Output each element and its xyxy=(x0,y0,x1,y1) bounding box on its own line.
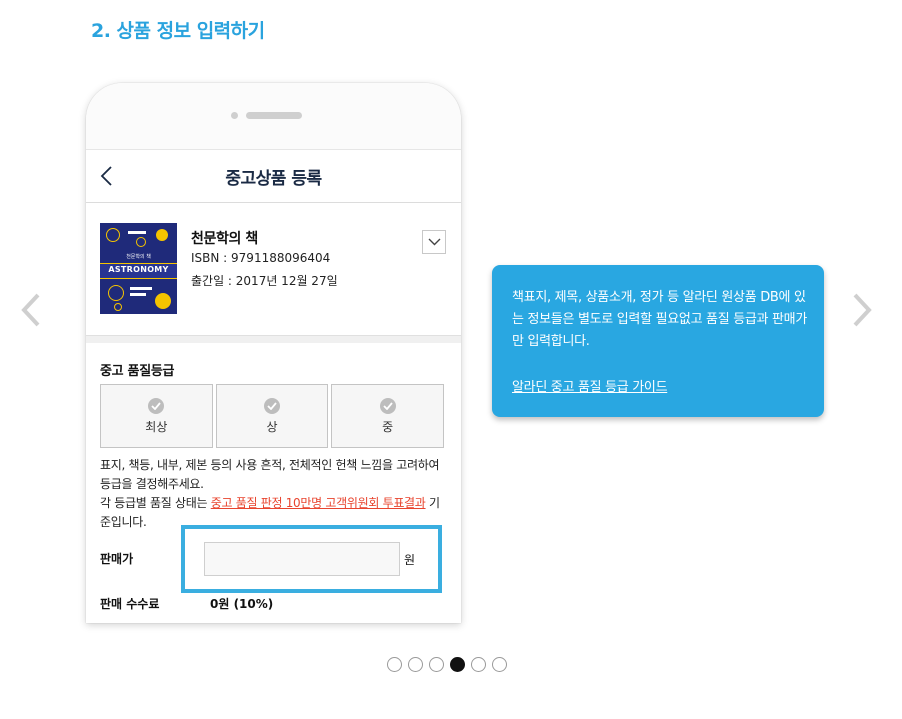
quality-guide-link[interactable]: 알라딘 중고 품질 등급 가이드 xyxy=(512,376,668,395)
section-divider xyxy=(86,335,461,343)
grade-option-label: 상 xyxy=(266,420,278,434)
cover-band-text: ASTRONOMY xyxy=(108,265,169,274)
book-isbn: ISBN : 9791188096404 xyxy=(191,251,331,265)
grade-desc-prefix: 각 등급별 품질 상태는 xyxy=(100,496,211,510)
carousel-dot-2[interactable] xyxy=(408,657,423,672)
grade-desc-line1: 표지, 책등, 내부, 제본 등의 사용 흔적, 전체적인 헌책 느낌을 고려하… xyxy=(100,458,440,491)
grade-option-label: 중 xyxy=(382,420,394,434)
check-circle-icon xyxy=(148,398,165,414)
grade-option-best[interactable]: 최상 xyxy=(100,384,213,448)
carousel-dot-5[interactable] xyxy=(471,657,486,672)
chevron-right-icon xyxy=(853,293,872,327)
grade-option-good[interactable]: 상 xyxy=(215,384,329,448)
fee-label: 판매 수수료 xyxy=(100,597,160,611)
carousel-dot-6[interactable] xyxy=(492,657,507,672)
tooltip-text: 책표지, 제목, 상품소개, 정가 등 알라딘 원상품 DB에 있는 정보들은 … xyxy=(512,290,808,349)
fee-value: 0원 (10%) xyxy=(210,597,274,611)
info-tooltip: 책표지, 제목, 상품소개, 정가 등 알라딘 원상품 DB에 있는 정보들은 … xyxy=(492,265,824,417)
expand-button[interactable] xyxy=(422,230,446,254)
check-circle-icon xyxy=(379,398,396,414)
chevron-down-icon xyxy=(428,238,441,246)
price-unit: 원 xyxy=(404,553,416,567)
carousel-prev-button[interactable] xyxy=(18,292,44,328)
chevron-left-icon xyxy=(21,293,40,327)
grade-label: 중고 품질등급 xyxy=(100,364,175,379)
phone-screen: 중고상품 등록 천문학의 책 ASTRONOMY 천문학의 책 ISBN : 9… xyxy=(86,149,461,623)
grade-description: 표지, 책등, 내부, 제본 등의 사용 흔적, 전체적인 헌책 느낌을 고려하… xyxy=(100,456,446,532)
carousel-pagination xyxy=(387,657,507,672)
grade-vote-link[interactable]: 중고 품질 판정 10만명 고객위원회 투표결과 xyxy=(211,496,426,510)
phone-speaker xyxy=(246,112,302,119)
app-title: 중고상품 등록 xyxy=(225,169,322,189)
carousel-dot-4[interactable] xyxy=(450,657,465,672)
carousel-next-button[interactable] xyxy=(849,292,875,328)
book-cover-image: 천문학의 책 ASTRONOMY xyxy=(100,223,177,314)
phone-mockup: 중고상품 등록 천문학의 책 ASTRONOMY 천문학의 책 ISBN : 9… xyxy=(86,83,461,623)
check-circle-icon xyxy=(264,398,280,414)
price-label: 판매가 xyxy=(100,552,134,566)
phone-camera xyxy=(231,112,238,119)
grade-options: 최상 상 중 xyxy=(100,384,445,448)
book-publish-date: 출간일 : 2017년 12월 27일 xyxy=(191,274,338,288)
book-title: 천문학의 책 xyxy=(191,231,258,247)
cover-small-title: 천문학의 책 xyxy=(126,254,151,260)
product-summary: 천문학의 책 ASTRONOMY 천문학의 책 ISBN : 979118809… xyxy=(86,204,461,335)
section-title: 2. 상품 정보 입력하기 xyxy=(91,20,265,42)
carousel-dot-1[interactable] xyxy=(387,657,402,672)
price-input[interactable] xyxy=(204,542,400,576)
app-header: 중고상품 등록 xyxy=(86,150,461,203)
phone-top-bezel xyxy=(86,83,461,149)
carousel-dot-3[interactable] xyxy=(429,657,444,672)
grade-option-fair[interactable]: 중 xyxy=(331,384,445,448)
grade-option-label: 최상 xyxy=(145,420,168,434)
